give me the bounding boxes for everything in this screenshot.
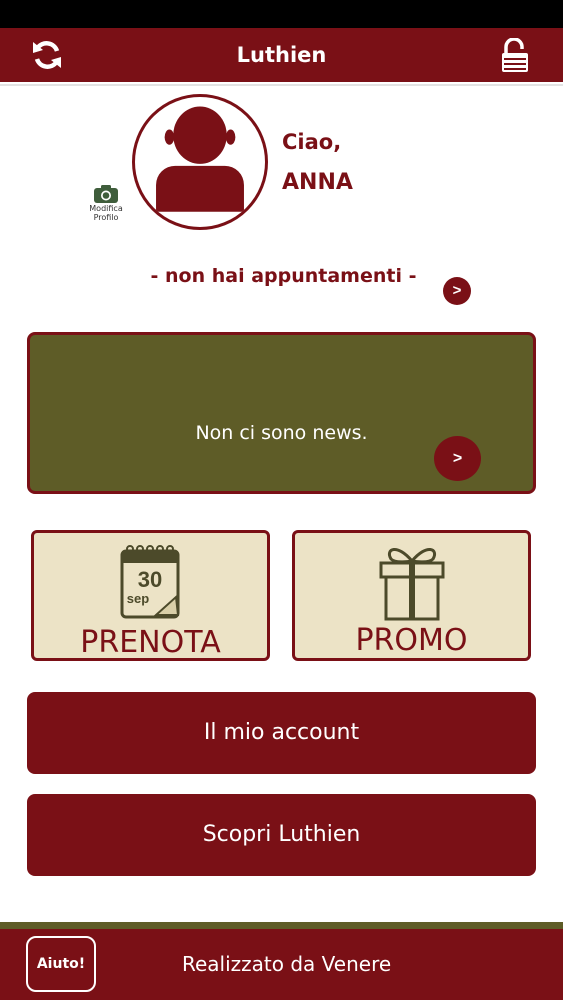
avatar — [132, 94, 268, 230]
calendar-day: 30 — [138, 567, 162, 592]
gift-icon — [379, 548, 445, 621]
appointments-arrow-button[interactable]: > — [443, 277, 471, 305]
promo-label: PROMO — [355, 623, 468, 658]
calendar-icon: 30 sep — [120, 545, 180, 619]
greeting-text: Ciao, — [282, 130, 342, 154]
header-divider — [0, 84, 563, 86]
edit-profile-label: Modifica — [89, 204, 123, 213]
footer-accent-bar — [0, 922, 563, 929]
edit-profile-button[interactable]: Modifica Profilo — [84, 184, 128, 230]
app-title: Luthien — [236, 43, 327, 67]
appointments-status: - non hai appuntamenti - — [150, 265, 417, 287]
lock-open-icon[interactable] — [500, 37, 530, 74]
user-name: ANNA — [282, 170, 353, 195]
promo-tile[interactable]: PROMO — [292, 530, 531, 661]
user-silhouette-icon — [156, 106, 244, 212]
prenota-tile[interactable]: 30 sep PRENOTA — [31, 530, 270, 661]
prenota-label: PRENOTA — [80, 625, 221, 660]
status-bar — [0, 0, 563, 28]
discover-luthien-button[interactable]: Scopri Luthien — [27, 794, 536, 876]
help-button[interactable]: Aiuto! — [26, 936, 96, 992]
edit-profile-label-2: Profilo — [93, 213, 119, 222]
calendar-month: sep — [127, 591, 149, 606]
camera-icon — [94, 185, 118, 203]
credit-text: Realizzato da Venere — [182, 952, 392, 976]
my-account-button[interactable]: Il mio account — [27, 692, 536, 774]
app-header: Luthien — [0, 28, 563, 82]
news-arrow-button[interactable]: > — [434, 436, 481, 481]
